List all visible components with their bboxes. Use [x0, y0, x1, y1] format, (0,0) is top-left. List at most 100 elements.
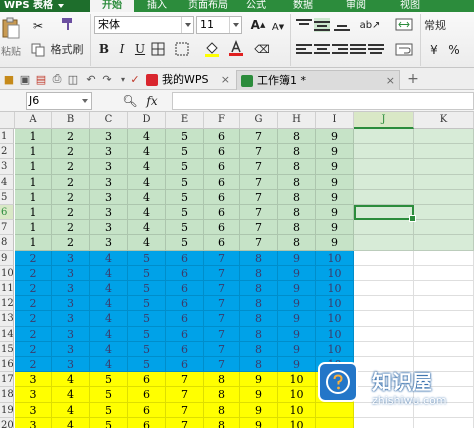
shrink-font-button[interactable]: A ▼: [270, 19, 286, 35]
cell-j8[interactable]: [354, 235, 414, 251]
cell-e3[interactable]: 5: [166, 159, 204, 175]
cell-j12[interactable]: [354, 296, 414, 312]
cell-j9[interactable]: [354, 250, 414, 266]
cell-e6[interactable]: 5: [166, 205, 204, 221]
app-menu-button[interactable]: WPS 表格: [0, 0, 90, 12]
cell-i8[interactable]: 9: [316, 235, 354, 251]
row-header-12[interactable]: 12: [0, 296, 14, 312]
cell-h4[interactable]: 8: [278, 174, 316, 190]
cell-d8[interactable]: 4: [128, 235, 166, 251]
close-icon[interactable]: ×: [386, 71, 395, 90]
doc-tab-workbook[interactable]: 工作簿1 * ×: [236, 70, 400, 90]
copy-button[interactable]: [30, 42, 46, 58]
cell-g19[interactable]: 9: [240, 402, 278, 418]
new-tab-icon[interactable]: +: [406, 71, 420, 87]
percent-button[interactable]: %: [446, 42, 462, 58]
cell-g8[interactable]: 7: [240, 235, 278, 251]
column-header-h[interactable]: H: [278, 112, 316, 129]
cell-g18[interactable]: 9: [240, 387, 278, 403]
cell-i6[interactable]: 9: [316, 205, 354, 221]
cell-c14[interactable]: 4: [90, 326, 128, 342]
cell-h8[interactable]: 8: [278, 235, 316, 251]
cell-g6[interactable]: 7: [240, 205, 278, 221]
cell-a13[interactable]: 2: [15, 311, 52, 327]
cell-a4[interactable]: 1: [15, 174, 52, 190]
cell-a12[interactable]: 2: [15, 296, 52, 312]
cell-d3[interactable]: 4: [128, 159, 166, 175]
cell-f10[interactable]: 7: [204, 265, 240, 281]
row-header-4[interactable]: 4: [0, 174, 14, 190]
cell-k11[interactable]: [414, 281, 474, 297]
row-header-14[interactable]: 14: [0, 326, 14, 342]
cell-e12[interactable]: 6: [166, 296, 204, 312]
cell-g4[interactable]: 7: [240, 174, 278, 190]
select-all-corner[interactable]: [0, 112, 15, 129]
cell-j14[interactable]: [354, 326, 414, 342]
cell-e5[interactable]: 5: [166, 189, 204, 205]
cell-j10[interactable]: [354, 265, 414, 281]
cell-b12[interactable]: 3: [52, 296, 90, 312]
align-right-button[interactable]: [332, 43, 348, 57]
row-header-8[interactable]: 8: [0, 235, 14, 251]
cell-j5[interactable]: [354, 189, 414, 205]
cell-d10[interactable]: 5: [128, 265, 166, 281]
cell-a19[interactable]: 3: [15, 402, 52, 418]
print-icon[interactable]: ⎙: [50, 72, 64, 86]
row-header-2[interactable]: 2: [0, 144, 14, 160]
cell-f9[interactable]: 7: [204, 250, 240, 266]
wrap-text-button[interactable]: [394, 42, 414, 58]
cell-g12[interactable]: 8: [240, 296, 278, 312]
cell-b2[interactable]: 2: [52, 144, 90, 160]
cell-h13[interactable]: 9: [278, 311, 316, 327]
cell-j1[interactable]: [354, 129, 414, 145]
font-color-button[interactable]: [228, 40, 244, 56]
column-header-d[interactable]: D: [128, 112, 166, 129]
merge-cells-button[interactable]: [174, 41, 190, 57]
grow-font-button[interactable]: A ▲: [250, 17, 266, 33]
cell-i3[interactable]: 9: [316, 159, 354, 175]
row-header-11[interactable]: 11: [0, 281, 14, 297]
align-middle-button[interactable]: [314, 18, 330, 32]
underline-button[interactable]: U: [132, 41, 148, 57]
cell-e1[interactable]: 5: [166, 129, 204, 145]
tab-formulas[interactable]: 公式: [236, 0, 276, 12]
cell-b9[interactable]: 3: [52, 250, 90, 266]
cell-d13[interactable]: 5: [128, 311, 166, 327]
cell-a9[interactable]: 2: [15, 250, 52, 266]
cell-f18[interactable]: 8: [204, 387, 240, 403]
cell-i14[interactable]: 10: [316, 326, 354, 342]
cell-f15[interactable]: 7: [204, 341, 240, 357]
justify-button[interactable]: [350, 43, 366, 57]
cell-f5[interactable]: 6: [204, 189, 240, 205]
format-painter-button[interactable]: 格式刷: [48, 42, 86, 56]
cell-g15[interactable]: 8: [240, 341, 278, 357]
cell-f6[interactable]: 6: [204, 205, 240, 221]
cell-c7[interactable]: 3: [90, 220, 128, 236]
cell-c10[interactable]: 4: [90, 265, 128, 281]
cell-k3[interactable]: [414, 159, 474, 175]
cell-c20[interactable]: 5: [90, 417, 128, 428]
cell-e10[interactable]: 6: [166, 265, 204, 281]
row-header-9[interactable]: 9: [0, 250, 14, 266]
cell-c9[interactable]: 4: [90, 250, 128, 266]
borders-button[interactable]: [150, 41, 166, 57]
cell-d6[interactable]: 4: [128, 205, 166, 221]
cell-i9[interactable]: 10: [316, 250, 354, 266]
cell-h1[interactable]: 8: [278, 129, 316, 145]
cell-f1[interactable]: 6: [204, 129, 240, 145]
cell-b19[interactable]: 4: [52, 402, 90, 418]
cell-d14[interactable]: 5: [128, 326, 166, 342]
cell-k5[interactable]: [414, 189, 474, 205]
column-header-f[interactable]: F: [204, 112, 240, 129]
redo-icon[interactable]: ↷: [100, 72, 114, 86]
cell-g3[interactable]: 7: [240, 159, 278, 175]
font-name-select[interactable]: 宋体: [94, 16, 194, 34]
row-header-15[interactable]: 15: [0, 341, 14, 357]
cell-e11[interactable]: 6: [166, 281, 204, 297]
tab-page-layout[interactable]: 页面布局: [180, 0, 236, 12]
cell-e13[interactable]: 6: [166, 311, 204, 327]
row-header-19[interactable]: 19: [0, 402, 14, 418]
cell-b13[interactable]: 3: [52, 311, 90, 327]
active-cell-selection[interactable]: [354, 205, 416, 223]
row-header-13[interactable]: 13: [0, 311, 14, 327]
